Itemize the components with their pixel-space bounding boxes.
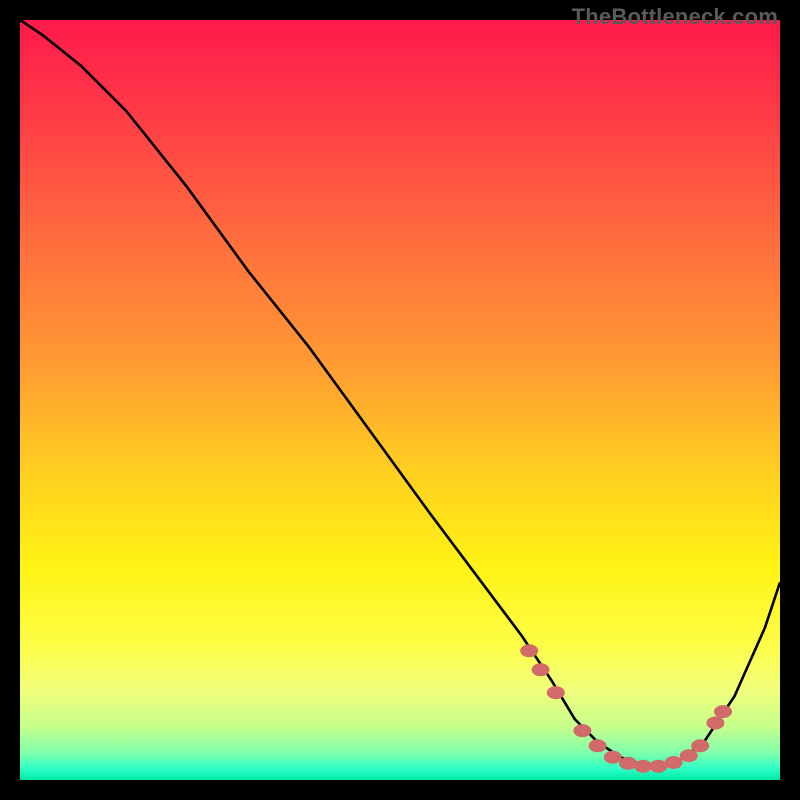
highlight-marker (547, 686, 565, 699)
chart-canvas (20, 20, 780, 780)
highlight-marker (532, 663, 550, 676)
watermark-text: TheBottleneck.com (572, 4, 778, 30)
highlight-marker (619, 757, 637, 770)
chart-background (20, 20, 780, 780)
highlight-marker (691, 739, 709, 752)
highlight-marker (714, 705, 732, 718)
highlight-marker (706, 717, 724, 730)
chart-frame (20, 20, 780, 780)
highlight-marker (573, 724, 591, 737)
highlight-marker (589, 739, 607, 752)
highlight-marker (604, 751, 622, 764)
highlight-marker (665, 756, 683, 769)
highlight-marker (520, 644, 538, 657)
